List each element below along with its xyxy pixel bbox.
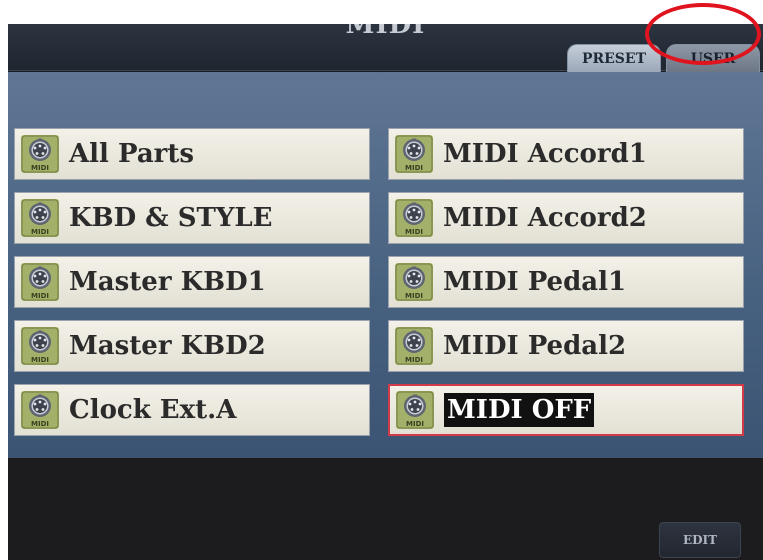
midi-icon-caption: MIDI (31, 420, 49, 428)
midi-icon-caption: MIDI (405, 292, 423, 300)
midi-icon-caption: MIDI (31, 292, 49, 300)
list-item-midi-accord1[interactable]: MIDI MIDI Accord1 (388, 128, 744, 180)
list-item-midi-pedal2[interactable]: MIDI MIDI Pedal2 (388, 320, 744, 372)
midi-screen: MIDI PRESET USER MIDI All Parts MIDI KBD… (8, 24, 763, 560)
midi-connector-icon: MIDI (21, 391, 59, 429)
midi-connector-icon: MIDI (395, 135, 433, 173)
list-item-label: KBD & STYLE (69, 203, 273, 233)
list-item-midi-accord2[interactable]: MIDI MIDI Accord2 (388, 192, 744, 244)
midi-connector-icon: MIDI (396, 391, 434, 429)
midi-template-list: MIDI All Parts MIDI KBD & STYLE MIDI Mas… (8, 72, 763, 458)
list-item-label: Master KBD1 (69, 267, 266, 297)
midi-icon-caption: MIDI (405, 356, 423, 364)
list-item-label: MIDI OFF (444, 393, 595, 427)
list-item-label: MIDI Pedal2 (443, 331, 627, 361)
bottom-bar (8, 458, 763, 560)
list-item-label: All Parts (69, 139, 195, 169)
list-item-all-parts[interactable]: MIDI All Parts (14, 128, 370, 180)
midi-icon-caption: MIDI (405, 164, 423, 172)
midi-icon-caption: MIDI (31, 356, 49, 364)
midi-icon-caption: MIDI (405, 228, 423, 236)
list-item-label: MIDI Accord1 (443, 139, 647, 169)
midi-connector-icon: MIDI (21, 135, 59, 173)
midi-connector-icon: MIDI (21, 327, 59, 365)
midi-icon-caption: MIDI (31, 228, 49, 236)
list-item-clock-ext-a[interactable]: MIDI Clock Ext.A (14, 384, 370, 436)
midi-connector-icon: MIDI (21, 263, 59, 301)
midi-icon-caption: MIDI (31, 164, 49, 172)
midi-connector-icon: MIDI (21, 199, 59, 237)
midi-connector-icon: MIDI (395, 327, 433, 365)
list-item-master-kbd1[interactable]: MIDI Master KBD1 (14, 256, 370, 308)
edit-button[interactable]: EDIT (659, 522, 741, 558)
list-item-midi-pedal1[interactable]: MIDI MIDI Pedal1 (388, 256, 744, 308)
list-item-midi-off[interactable]: MIDI MIDI OFF (388, 384, 744, 436)
tab-preset[interactable]: PRESET (567, 44, 661, 73)
list-item-label: MIDI Accord2 (443, 203, 647, 233)
list-item-label: Clock Ext.A (69, 395, 237, 425)
list-item-label: MIDI Pedal1 (443, 267, 627, 297)
annotation-circle (645, 3, 761, 65)
midi-icon-caption: MIDI (406, 420, 424, 428)
list-item-master-kbd2[interactable]: MIDI Master KBD2 (14, 320, 370, 372)
midi-connector-icon: MIDI (395, 263, 433, 301)
midi-connector-icon: MIDI (395, 199, 433, 237)
list-item-label: Master KBD2 (69, 331, 266, 361)
list-item-kbd-style[interactable]: MIDI KBD & STYLE (14, 192, 370, 244)
